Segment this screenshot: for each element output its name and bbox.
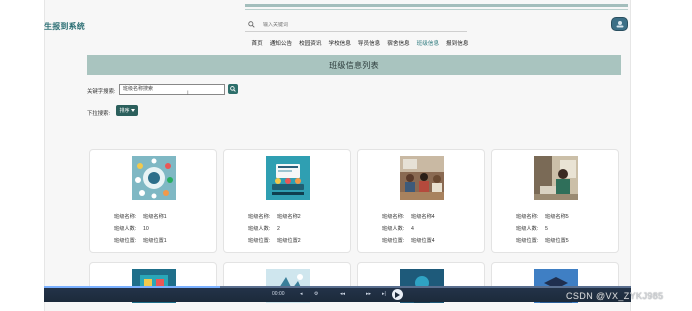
- class-card[interactable]: 班级名称: 班级名称1 班级人数: 10 班级位置: 班级位置1: [89, 149, 217, 253]
- nav-item-class-info[interactable]: 班级信息: [413, 39, 442, 47]
- class-card[interactable]: 班级名称: 班级名称4 班级人数: 4 班级位置: 班级位置4: [357, 149, 485, 253]
- search-icon: [230, 86, 236, 92]
- class-location-row: 班级位置: 班级位置5: [516, 238, 569, 244]
- keyword-search-button[interactable]: [228, 84, 238, 94]
- class-name-row: 班级名称: 班级名称5: [516, 214, 569, 220]
- sort-dropdown-button[interactable]: 排序: [116, 105, 138, 116]
- main-nav: 首页 通知公告 校园资讯 学校信息 导员信息 宿舍信息 班级信息 报到信息: [248, 39, 472, 47]
- class-count-row: 班级人数: 5: [516, 226, 548, 232]
- page-title: 班级信息列表: [329, 60, 379, 70]
- user-avatar[interactable]: [611, 17, 628, 31]
- nav-item-campus-news[interactable]: 校园资讯: [296, 39, 325, 47]
- play-icon: [395, 291, 400, 298]
- classroom-illustration: [266, 156, 310, 200]
- video-time: 00:00: [272, 291, 285, 297]
- dropdown-search-label: 下拉搜索:: [87, 111, 111, 117]
- class-name-row: 班级名称: 班级名称2: [248, 214, 301, 220]
- classroom-photo: [400, 156, 444, 200]
- class-count-row: 班级人数: 10: [114, 226, 149, 232]
- screen: 生报到系统 首页 通知公告 校园资讯 学校信息 导员信息 宿舍信息 班级信息 报…: [0, 0, 692, 311]
- header-search[interactable]: [245, 18, 467, 32]
- video-progress-bar[interactable]: [44, 286, 631, 288]
- chevron-down-icon: [130, 109, 135, 112]
- nav-item-dorm-info[interactable]: 宿舍信息: [384, 39, 413, 47]
- fast-forward-icon[interactable]: ▸▸: [366, 291, 371, 297]
- infographic-icon: [132, 156, 176, 200]
- site-brand: 生报到系统: [44, 22, 85, 31]
- nav-item-home[interactable]: 首页: [248, 39, 266, 47]
- header-decoration-line: [245, 9, 628, 10]
- page-title-band: 班级信息列表: [87, 55, 621, 75]
- keyword-search-label: 关键字搜索:: [87, 89, 116, 95]
- nav-item-school-info[interactable]: 学校信息: [325, 39, 354, 47]
- search-input[interactable]: [263, 21, 443, 28]
- rewind-icon[interactable]: ◂◂: [340, 291, 345, 297]
- watermark: CSDN @VX_ZYKJ985: [566, 291, 664, 301]
- volume-icon[interactable]: ◂: [300, 291, 303, 297]
- class-name-row: 班级名称: 班级名称1: [114, 214, 167, 220]
- class-location-row: 班级位置: 班级位置2: [248, 238, 301, 244]
- sort-label: 排序: [119, 108, 130, 114]
- keyword-search-input[interactable]: 班级名称搜索: [119, 84, 225, 95]
- play-button[interactable]: [392, 289, 403, 300]
- class-card[interactable]: 班级名称: 班级名称2 班级人数: 2 班级位置: 班级位置2: [223, 149, 351, 253]
- class-card[interactable]: 班级名称: 班级名称5 班级人数: 5 班级位置: 班级位置5: [491, 149, 619, 253]
- keyword-search-value: 班级名称搜索: [123, 86, 154, 92]
- video-player-bar: 00:00 ◂ ⚙ ◂◂ ▸▸ ▸|: [44, 286, 631, 302]
- video-progress-fill: [44, 286, 221, 288]
- class-location-row: 班级位置: 班级位置1: [114, 238, 167, 244]
- search-icon[interactable]: [245, 19, 257, 31]
- header-decoration: [245, 4, 628, 7]
- class-count-row: 班级人数: 4: [382, 226, 414, 232]
- nav-item-counselor-info[interactable]: 导员信息: [354, 39, 383, 47]
- text-cursor-icon: I: [187, 91, 189, 97]
- class-location-row: 班级位置: 班级位置4: [382, 238, 435, 244]
- nav-item-registration-info[interactable]: 报到信息: [443, 39, 472, 47]
- next-icon[interactable]: ▸|: [382, 291, 386, 297]
- class-count-row: 班级人数: 2: [248, 226, 280, 232]
- settings-icon[interactable]: ⚙: [314, 291, 318, 297]
- class-name-row: 班级名称: 班级名称4: [382, 214, 435, 220]
- nav-item-notices[interactable]: 通知公告: [266, 39, 295, 47]
- student-photo: [534, 156, 578, 200]
